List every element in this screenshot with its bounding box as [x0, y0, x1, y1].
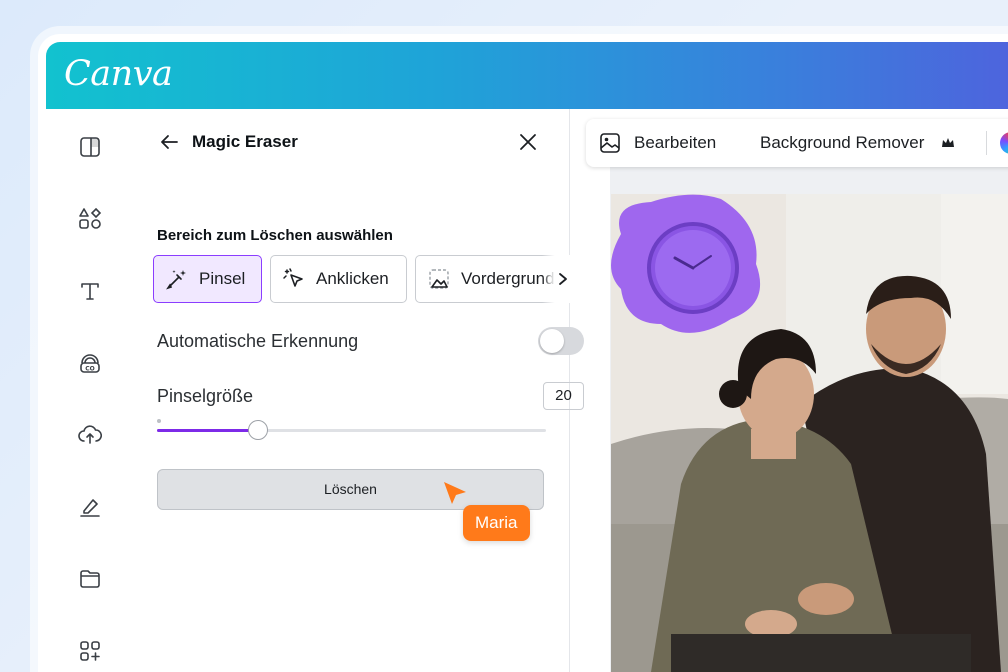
- color-picker-icon[interactable]: [1000, 132, 1008, 154]
- slider-handle[interactable]: [248, 420, 269, 440]
- side-rail: CO: [46, 109, 134, 672]
- edit-label: Bearbeiten: [634, 133, 717, 152]
- section-label: Bereich zum Löschen auswählen: [157, 227, 393, 244]
- back-arrow-icon[interactable]: [158, 131, 180, 153]
- magic-click-icon: [283, 268, 303, 287]
- brush-size-slider[interactable]: [157, 429, 546, 432]
- close-icon[interactable]: [517, 131, 539, 153]
- couple-photo-image: [611, 194, 1008, 672]
- chevron-right-icon[interactable]: [542, 255, 570, 303]
- background-remover-button[interactable]: Background Remover: [760, 119, 956, 167]
- collaborator-cursor-icon: [444, 482, 466, 504]
- mode-click-button[interactable]: Anklicken: [270, 255, 407, 303]
- upload-icon[interactable]: [76, 421, 104, 449]
- bg-remover-label: Background Remover: [760, 133, 925, 152]
- brush-size-input[interactable]: 20: [543, 382, 584, 410]
- mode-foreground-label: Vordergrund: [461, 269, 555, 288]
- panel-header: Magic Eraser: [158, 129, 553, 157]
- auto-detect-toggle[interactable]: [538, 327, 584, 355]
- brush-size-label: Pinselgröße: [157, 386, 254, 406]
- panel-title: Magic Eraser: [192, 132, 298, 151]
- toggle-knob: [540, 329, 564, 353]
- magic-brush-icon: [166, 270, 186, 290]
- crown-icon: [942, 138, 955, 147]
- auto-detect-label: Automatische Erkennung: [157, 331, 359, 351]
- edit-image-button[interactable]: Bearbeiten: [598, 119, 716, 167]
- slider-fill: [157, 429, 259, 432]
- svg-text:CO: CO: [85, 366, 95, 373]
- erase-button[interactable]: Löschen: [157, 469, 544, 510]
- image-toolbar: Bearbeiten Background Remover: [586, 119, 1008, 167]
- mode-brush-button[interactable]: Pinsel: [153, 255, 262, 303]
- layout-icon[interactable]: [76, 133, 104, 161]
- folder-icon[interactable]: [76, 565, 104, 593]
- mode-click-label: Anklicken: [316, 269, 389, 288]
- canvas-photo[interactable]: [611, 194, 1008, 672]
- foreground-icon: [429, 269, 449, 289]
- brand-icon[interactable]: CO: [76, 349, 104, 377]
- slider-min-dot: [157, 419, 161, 423]
- canva-logo[interactable]: Canva: [64, 54, 173, 94]
- apps-icon[interactable]: [76, 637, 104, 665]
- draw-icon[interactable]: [76, 493, 104, 521]
- image-edit-icon: [600, 133, 620, 153]
- mode-selector: Pinsel Anklicken Vordergrund: [153, 255, 570, 303]
- text-icon[interactable]: [76, 277, 104, 305]
- collaborator-name-tag: Maria: [463, 505, 530, 541]
- top-bar: Canva: [46, 42, 1008, 109]
- magic-eraser-panel: Magic Eraser Bereich zum Löschen auswähl…: [134, 109, 584, 672]
- toolbar-divider: [986, 131, 987, 155]
- elements-icon[interactable]: [76, 205, 104, 233]
- mode-brush-label: Pinsel: [199, 269, 246, 288]
